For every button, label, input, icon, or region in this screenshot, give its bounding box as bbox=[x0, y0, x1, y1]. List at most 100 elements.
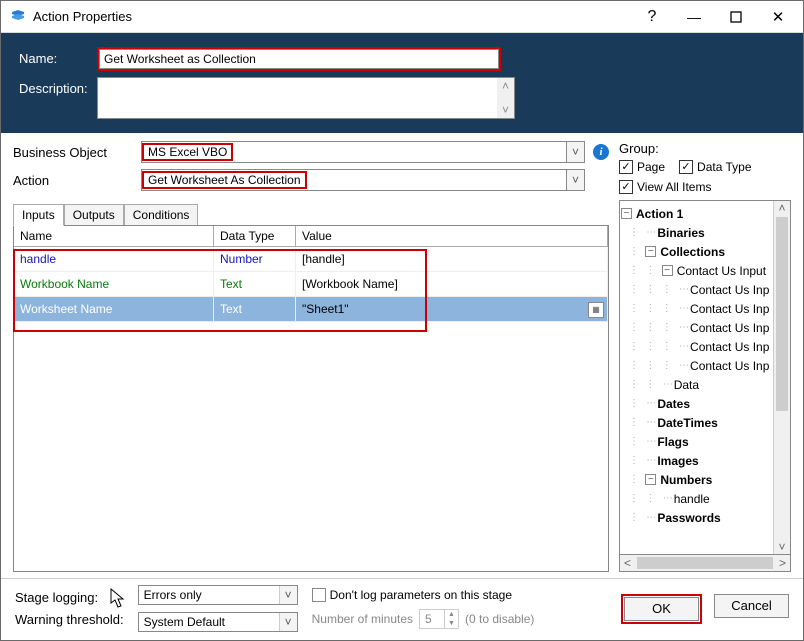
grid-cell-name: handle bbox=[14, 247, 214, 272]
tree-item[interactable]: ⋮ ⋮ ⋯handle bbox=[621, 489, 772, 508]
dialog-window: Action Properties ? — ✕ Name: Descriptio… bbox=[0, 0, 804, 641]
description-input[interactable] bbox=[97, 77, 497, 119]
tabstrip: Inputs Outputs Conditions bbox=[13, 203, 609, 225]
tree-item-label: DateTimes bbox=[657, 416, 717, 430]
tree-item-label: Contact Us Inp bbox=[690, 359, 769, 373]
tree-item[interactable]: ⋮ ⋯DateTimes bbox=[621, 413, 772, 432]
stage-logging-dropdown[interactable]: Errors only˅ bbox=[138, 585, 298, 605]
action-label: Action bbox=[13, 173, 141, 188]
tree-item[interactable]: ⋮ ⋮ ⋮ ⋯Contact Us Inp bbox=[621, 318, 772, 337]
view-all-checkbox[interactable]: ✓View All Items bbox=[619, 180, 791, 194]
tree-item-label: Flags bbox=[657, 435, 688, 449]
grid-cell-name: Worksheet Name bbox=[14, 297, 214, 322]
to-disable-label: (0 to disable) bbox=[465, 612, 534, 626]
help-button[interactable]: ? bbox=[631, 1, 673, 32]
description-label: Description: bbox=[19, 77, 97, 96]
grid-row[interactable]: handleNumber[handle] bbox=[14, 247, 608, 272]
tree-hscroll[interactable]: ˂˃ bbox=[619, 555, 791, 572]
num-minutes-spinner: 5 ▲▼ bbox=[419, 609, 459, 629]
grid-cell-name: Workbook Name bbox=[14, 272, 214, 297]
grid-cell-type: Text bbox=[214, 297, 296, 322]
inputs-grid[interactable]: Name Data Type Value handleNumber[handle… bbox=[13, 225, 609, 572]
page-checkbox[interactable]: ✓Page bbox=[619, 160, 665, 174]
dont-log-checkbox[interactable]: Don't log parameters on this stage bbox=[312, 588, 535, 602]
collapse-icon[interactable]: − bbox=[662, 265, 673, 276]
description-scrollbar[interactable]: ˄˅ bbox=[497, 77, 515, 119]
name-label: Name: bbox=[19, 47, 97, 66]
col-value[interactable]: Value bbox=[296, 226, 608, 246]
titlebar[interactable]: Action Properties ? — ✕ bbox=[1, 1, 803, 33]
col-name[interactable]: Name bbox=[14, 226, 214, 246]
tree-item[interactable]: ⋮ ⋯Binaries bbox=[621, 223, 772, 242]
tree-item[interactable]: −Action 1 bbox=[621, 204, 772, 223]
tree-item[interactable]: ⋮ ⋯Passwords bbox=[621, 508, 772, 527]
chevron-down-icon: ˅ bbox=[567, 169, 585, 191]
ok-button[interactable]: OK bbox=[624, 597, 699, 621]
warning-threshold-label: Warning threshold: bbox=[15, 612, 124, 627]
minimize-button[interactable]: — bbox=[673, 1, 715, 32]
tree-item-label: Images bbox=[657, 454, 698, 468]
group-label: Group: bbox=[619, 141, 791, 156]
tree-item-label: Contact Us Inp bbox=[690, 302, 769, 316]
tree-item-label: Contact Us Inp bbox=[690, 340, 769, 354]
tree-item-label: Contact Us Input bbox=[677, 264, 766, 278]
tree-item[interactable]: ⋮ ⋮ ⋯Data bbox=[621, 375, 772, 394]
header-panel: Name: Description: ˄˅ bbox=[1, 33, 803, 133]
footer: Stage logging: Warning threshold: Errors… bbox=[1, 578, 803, 640]
tree-item[interactable]: ⋮ ⋮ −Contact Us Input bbox=[621, 261, 772, 280]
chevron-down-icon: ˅ bbox=[279, 613, 297, 631]
business-object-value: MS Excel VBO bbox=[142, 143, 233, 161]
tab-inputs[interactable]: Inputs bbox=[13, 204, 64, 226]
expression-editor-icon[interactable]: ▦ bbox=[588, 302, 604, 318]
name-highlight bbox=[97, 47, 501, 71]
grid-cell-value[interactable]: "Sheet1"▦ bbox=[296, 297, 608, 322]
window-title: Action Properties bbox=[33, 9, 631, 24]
info-icon[interactable]: i bbox=[593, 144, 609, 160]
collapse-icon[interactable]: − bbox=[621, 208, 632, 219]
tree-item[interactable]: ⋮ ⋮ ⋮ ⋯Contact Us Inp bbox=[621, 337, 772, 356]
grid-row[interactable]: Worksheet NameText"Sheet1"▦ bbox=[14, 297, 608, 322]
app-icon bbox=[9, 8, 27, 26]
action-dropdown[interactable]: Get Worksheet As Collection ˅ bbox=[141, 169, 585, 191]
tree-item-label: handle bbox=[674, 492, 710, 506]
tab-conditions[interactable]: Conditions bbox=[124, 204, 199, 226]
tree-item[interactable]: ⋮ −Numbers bbox=[621, 470, 772, 489]
tree-item-label: Contact Us Inp bbox=[690, 321, 769, 335]
grid-cell-type: Number bbox=[214, 247, 296, 272]
tree-item[interactable]: ⋮ ⋮ ⋮ ⋯Contact Us Inp bbox=[621, 356, 772, 375]
grid-cell-value[interactable]: [Workbook Name] bbox=[296, 272, 608, 297]
datatype-checkbox[interactable]: ✓Data Type bbox=[679, 160, 751, 174]
grid-cell-type: Text bbox=[214, 272, 296, 297]
collapse-icon[interactable]: − bbox=[645, 474, 656, 485]
tree-item[interactable]: ⋮ ⋯Images bbox=[621, 451, 772, 470]
action-value: Get Worksheet As Collection bbox=[142, 171, 307, 189]
tree-item[interactable]: ⋮ ⋯Dates bbox=[621, 394, 772, 413]
collapse-icon[interactable]: − bbox=[645, 246, 656, 257]
tree-vscroll[interactable]: ˄˅ bbox=[773, 201, 790, 554]
grid-cell-value[interactable]: [handle] bbox=[296, 247, 608, 272]
close-button[interactable]: ✕ bbox=[757, 1, 799, 32]
tree-item[interactable]: ⋮ ⋮ ⋮ ⋯Contact Us Inp bbox=[621, 280, 772, 299]
business-object-dropdown[interactable]: MS Excel VBO ˅ bbox=[141, 141, 585, 163]
tree-item-label[interactable]: Action 1 bbox=[636, 207, 683, 221]
num-minutes-label: Number of minutes bbox=[312, 612, 413, 626]
tree-item-label: Dates bbox=[657, 397, 690, 411]
tree-item-label: Numbers bbox=[660, 473, 712, 487]
col-type[interactable]: Data Type bbox=[214, 226, 296, 246]
data-items-tree[interactable]: −Action 1⋮ ⋯Binaries⋮ −Collections⋮ ⋮ −C… bbox=[619, 200, 791, 555]
warning-threshold-dropdown[interactable]: System Default˅ bbox=[138, 612, 298, 632]
tree-item[interactable]: ⋮ ⋯Flags bbox=[621, 432, 772, 451]
tree-item-label: Binaries bbox=[657, 226, 704, 240]
tree-item-label: Contact Us Inp bbox=[690, 283, 769, 297]
maximize-button[interactable] bbox=[715, 1, 757, 32]
cancel-button[interactable]: Cancel bbox=[714, 594, 789, 618]
tree-item[interactable]: ⋮ ⋮ ⋮ ⋯Contact Us Inp bbox=[621, 299, 772, 318]
name-input[interactable] bbox=[99, 49, 499, 69]
chevron-down-icon: ˅ bbox=[567, 141, 585, 163]
tab-outputs[interactable]: Outputs bbox=[64, 204, 124, 226]
ok-highlight: OK bbox=[621, 594, 702, 624]
business-object-label: Business Object bbox=[13, 145, 141, 160]
tree-item-label: Collections bbox=[660, 245, 725, 259]
tree-item[interactable]: ⋮ −Collections bbox=[621, 242, 772, 261]
grid-row[interactable]: Workbook NameText[Workbook Name] bbox=[14, 272, 608, 297]
